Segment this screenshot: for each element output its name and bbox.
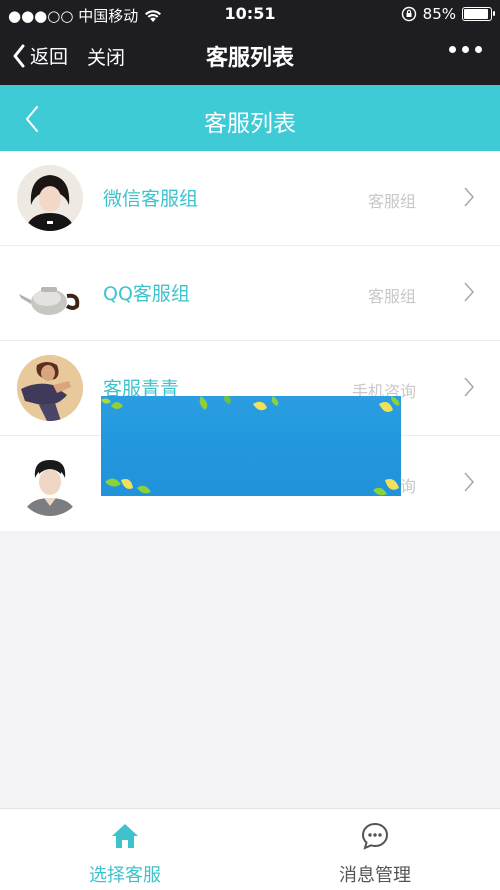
service-tag: 客服组: [367, 287, 416, 306]
chevron-right-icon: [464, 377, 474, 397]
chevron-right-icon: [464, 187, 474, 207]
chat-bubble-icon: [361, 822, 389, 850]
list-item[interactable]: QQ客服组 客服组: [0, 246, 500, 341]
header-title: 客服列表: [204, 111, 296, 137]
more-menu-button[interactable]: [449, 46, 482, 53]
page-title: 客服列表: [205, 46, 294, 71]
home-icon: [112, 824, 138, 848]
rotation-lock-icon: [401, 6, 416, 22]
avatar: [17, 355, 83, 421]
tab-label: 选择客服: [89, 865, 161, 886]
chevron-right-icon: [464, 472, 474, 492]
avatar: [17, 165, 83, 231]
battery-icon: [462, 7, 495, 21]
service-name: 微信客服组: [103, 188, 199, 210]
avatar: [17, 260, 83, 326]
app-header: 客服列表: [0, 85, 500, 151]
tab-label: 消息管理: [339, 865, 411, 886]
tab-select-service[interactable]: 选择客服: [0, 809, 250, 890]
list-item[interactable]: 微信客服组 客服组: [0, 151, 500, 246]
chevron-right-icon: [464, 282, 474, 302]
service-name: QQ客服组: [103, 283, 190, 305]
more-dot-icon: [449, 46, 456, 53]
battery-percent: 85%: [422, 5, 456, 23]
wechat-top-bar: ●●●○○ 中国移动 10:51 85% 返回 关闭 客服列表: [0, 0, 500, 85]
tab-bar: 选择客服 消息管理: [0, 808, 500, 890]
avatar: [17, 450, 83, 516]
more-dot-icon: [475, 46, 482, 53]
service-tag: 客服组: [367, 192, 416, 211]
wechat-nav: 返回 关闭 客服列表: [0, 28, 500, 85]
status-bar: ●●●○○ 中国移动 10:51 85%: [0, 0, 500, 28]
more-dot-icon: [462, 46, 469, 53]
overlay-banner-image: [101, 396, 401, 496]
tab-messages[interactable]: 消息管理: [250, 809, 500, 890]
battery-fill: [464, 9, 488, 19]
